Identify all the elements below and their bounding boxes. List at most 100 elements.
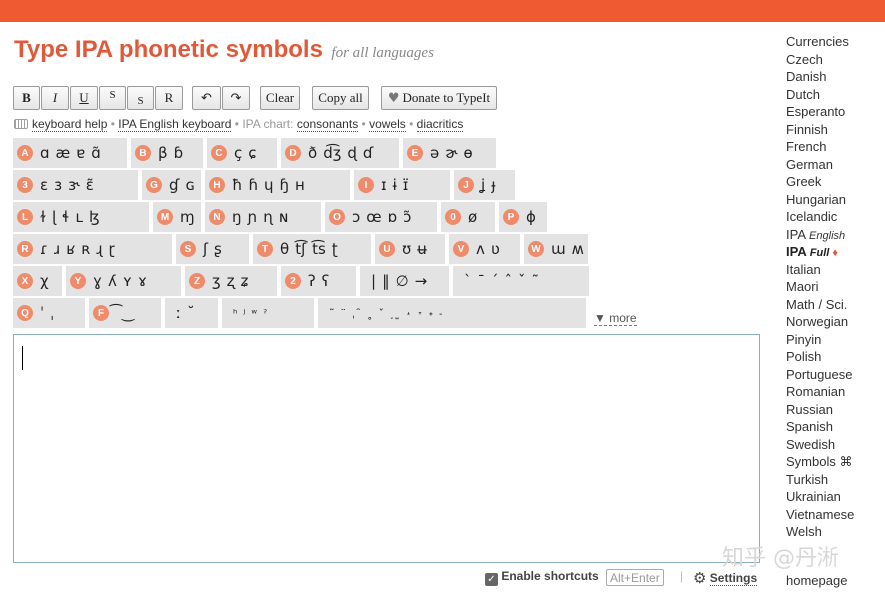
ipa-english-keyboard-link[interactable]: IPA English keyboard <box>118 117 232 132</box>
enable-shortcuts-option[interactable]: ✓ Enable shortcuts <box>485 569 599 586</box>
ipa-symbol-key[interactable]: ʲ <box>243 307 245 320</box>
sidebar-item[interactable]: Pinyin <box>786 331 854 349</box>
ipa-symbol-key[interactable]: ɜ <box>54 176 62 194</box>
ipa-symbol-key[interactable]: ɧ <box>279 176 289 194</box>
ipa-symbol-key[interactable]: ç <box>234 144 242 162</box>
ipa-symbol-key[interactable]: ʐ <box>227 272 235 290</box>
ipa-symbol-key[interactable]: ɛ <box>40 176 48 194</box>
ipa-symbol-key[interactable]: χ <box>40 272 49 290</box>
subscript-button[interactable]: S <box>127 86 154 110</box>
ipa-symbol-key[interactable]: æ <box>56 144 71 162</box>
ipa-symbol-key[interactable]: ʍ <box>572 240 584 258</box>
superscript-button[interactable]: S <box>99 86 126 110</box>
sidebar-item[interactable]: Spanish <box>786 418 854 436</box>
ipa-symbol-key[interactable]: ˜ <box>532 272 540 290</box>
consonants-link[interactable]: consonants <box>296 117 359 132</box>
sidebar-item[interactable]: Danish <box>786 68 854 86</box>
ipa-symbol-key[interactable]: ɥ <box>264 176 274 194</box>
ipa-symbol-key[interactable]: t͡s <box>312 240 326 258</box>
ipa-symbol-key[interactable]: ˌ <box>352 307 355 320</box>
ipa-symbol-key[interactable]: ɱ <box>180 208 195 226</box>
ipa-symbol-key[interactable]: ŋ <box>232 208 242 226</box>
ipa-symbol-key[interactable]: ˀ <box>263 307 267 320</box>
ipa-symbol-key[interactable]: ɳ <box>263 208 273 226</box>
ipa-symbol-key[interactable]: ʃ <box>203 240 208 258</box>
sidebar-item[interactable]: Icelandic <box>786 208 854 226</box>
ipa-symbol-key[interactable]: ˖ <box>429 307 433 320</box>
copy-all-button[interactable]: Copy all <box>312 86 369 110</box>
underline-button[interactable]: U <box>70 86 98 110</box>
ipa-symbol-key[interactable]: ɫ <box>40 208 46 226</box>
ipa-symbol-key[interactable]: ˆ <box>505 272 513 290</box>
sidebar-item[interactable]: Turkish <box>786 471 854 489</box>
ipa-symbol-key[interactable]: ð <box>308 144 317 162</box>
ipa-symbol-key[interactable]: œ <box>366 208 381 226</box>
ipa-symbol-key[interactable]: ɲ <box>248 208 258 226</box>
ipa-symbol-key[interactable]: ɔ <box>352 208 360 226</box>
ipa-symbol-key[interactable]: | <box>371 272 376 290</box>
ipa-symbol-key[interactable]: ʎ <box>108 272 117 290</box>
sidebar-item[interactable]: Symbols ⌘ <box>786 453 854 471</box>
ipa-symbol-key[interactable]: ɑ̃ <box>91 144 101 162</box>
italic-button[interactable]: I <box>41 86 69 110</box>
ipa-symbol-key[interactable]: ɾ <box>40 240 48 258</box>
ipa-symbol-key[interactable]: ɽ <box>109 240 115 258</box>
ipa-symbol-key[interactable]: ‿ <box>122 304 134 322</box>
ipa-symbol-key[interactable]: ɢ <box>185 176 194 194</box>
ipa-symbol-key[interactable]: ɑ <box>40 144 50 162</box>
sidebar-item[interactable]: Esperanto <box>786 103 854 121</box>
sidebar-item[interactable]: Finnish <box>786 121 854 139</box>
ipa-symbol-key[interactable]: ˉ <box>478 272 486 290</box>
sidebar-item[interactable]: Russian <box>786 401 854 419</box>
ipa-symbol-key[interactable]: ‖ <box>382 272 390 290</box>
ipa-symbol-key[interactable]: ɖ <box>347 144 357 162</box>
clear-button[interactable]: Clear <box>260 86 300 110</box>
sidebar-item[interactable]: Math / Sci. <box>786 296 854 314</box>
sidebar-item[interactable]: Romanian <box>786 383 854 401</box>
ipa-symbol-key[interactable]: ɦ <box>248 176 258 194</box>
ipa-symbol-key[interactable]: ɤ <box>138 272 147 290</box>
ipa-symbol-key[interactable]: ʷ <box>251 307 257 320</box>
ipa-symbol-key[interactable]: ʊ <box>402 240 411 258</box>
ipa-symbol-key[interactable]: ʏ <box>123 272 132 290</box>
ipa-symbol-key[interactable]: → <box>415 272 428 290</box>
ipa-symbol-key[interactable]: ʑ <box>241 272 249 290</box>
sidebar-item[interactable]: Hungarian <box>786 191 854 209</box>
sidebar-item[interactable]: Swedish <box>786 436 854 454</box>
sidebar-item[interactable]: Greek <box>786 173 854 191</box>
sidebar-item[interactable]: Italian <box>786 261 854 279</box>
sidebar-item[interactable]: Currencies <box>786 33 854 51</box>
text-editor[interactable] <box>13 334 760 563</box>
ipa-symbol-key[interactable]: ɐ <box>76 144 85 162</box>
ipa-symbol-key[interactable]: ɣ <box>93 272 102 290</box>
ipa-symbol-key[interactable]: ʟ <box>75 208 83 226</box>
ipa-symbol-key[interactable]: ɸ <box>526 208 536 226</box>
ipa-symbol-key[interactable]: ɓ <box>174 144 184 162</box>
ipa-symbol-key[interactable]: ʉ <box>417 240 427 258</box>
ipa-symbol-key[interactable]: ˘ <box>187 304 195 322</box>
checkbox-checked-icon[interactable]: ✓ <box>485 573 498 586</box>
vowels-link[interactable]: vowels <box>369 117 406 132</box>
shortcut-hotkey-field[interactable]: Alt+Enter <box>606 569 664 586</box>
sidebar-item[interactable]: Welsh <box>786 523 854 541</box>
ipa-symbol-key[interactable]: ʋ <box>491 240 500 258</box>
ipa-symbol-key[interactable]: ɟ <box>491 176 495 194</box>
sidebar-item[interactable]: Polish <box>786 348 854 366</box>
ipa-symbol-key[interactable]: ˯ <box>390 307 394 320</box>
ipa-symbol-key[interactable]: ɭ <box>52 208 56 226</box>
ipa-symbol-key[interactable]: ʌ <box>476 240 485 258</box>
keyboard-help-link[interactable]: keyboard help <box>32 117 108 132</box>
ipa-symbol-key[interactable]: ɯ <box>551 240 566 258</box>
ipa-symbol-key[interactable]: ʀ <box>81 240 90 258</box>
ipa-symbol-key[interactable]: d͡ʒ <box>323 144 341 162</box>
ipa-symbol-key[interactable]: ɮ <box>89 208 100 226</box>
ipa-symbol-key[interactable]: ħ <box>232 176 242 194</box>
ipa-symbol-key[interactable]: ɹ <box>54 240 60 258</box>
ipa-symbol-key[interactable]: ʔ <box>308 272 316 290</box>
ipa-symbol-key[interactable]: ʝ <box>481 176 485 194</box>
ipa-symbol-key[interactable]: ʕ <box>322 272 330 290</box>
ipa-symbol-key[interactable]: ∅ <box>396 272 409 290</box>
ipa-symbol-key[interactable]: ː <box>176 304 181 322</box>
sidebar-item[interactable]: IPA Full ♦ <box>786 243 854 261</box>
ipa-symbol-key[interactable]: ˗ <box>439 307 443 320</box>
